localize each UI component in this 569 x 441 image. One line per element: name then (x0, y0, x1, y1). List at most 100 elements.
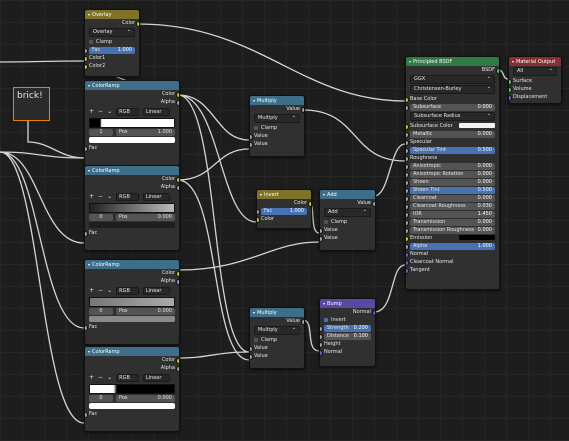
bsdf-transmission-field[interactable]: Transmission 0.000 (410, 219, 495, 226)
bsdf-distribution-dropdown[interactable]: GGX (410, 74, 495, 84)
output-socket-icon[interactable] (176, 100, 179, 106)
colorramp-node-3[interactable]: ▾ ColorRamp Color Alpha + − ⌄ RGB Linear … (84, 259, 180, 345)
chevron-down-icon[interactable]: ⌄ (107, 108, 112, 116)
input-socket-icon[interactable] (85, 146, 88, 152)
math-header[interactable]: ▾ Multiply (250, 96, 304, 105)
invert-node[interactable]: ▾ Invert Color Fac 1.000 Color (256, 189, 312, 229)
bsdf-metallic-field[interactable]: Metallic 0.000 (410, 131, 495, 138)
color-mode-dropdown[interactable]: RGB (116, 374, 139, 382)
bump-distance-field[interactable]: Distance 0.100 (324, 333, 371, 340)
output-socket-icon[interactable] (176, 279, 179, 285)
output-target-dropdown[interactable]: All (513, 66, 557, 76)
remove-stop-button[interactable]: − (98, 287, 103, 295)
stop-index-field[interactable]: 0 (89, 214, 113, 221)
output-socket-icon[interactable] (136, 21, 139, 27)
colorramp-node-1[interactable]: ▾ ColorRamp Color Alpha + − ⌄ RGB Linear … (84, 80, 180, 166)
interpolation-dropdown[interactable]: Linear (142, 374, 171, 382)
input-socket-icon[interactable] (320, 350, 323, 356)
stop-color-swatch[interactable] (89, 137, 175, 143)
interpolation-dropdown[interactable]: Linear (142, 193, 171, 201)
color-ramp-widget[interactable] (89, 118, 175, 128)
remove-stop-button[interactable]: − (98, 193, 103, 201)
math-header[interactable]: ▾ Add (320, 190, 375, 199)
stop-color-swatch[interactable] (89, 403, 175, 409)
collapse-triangle-icon[interactable]: ▾ (88, 12, 90, 17)
color-ramp-widget[interactable] (89, 384, 175, 394)
input-socket-icon[interactable] (406, 268, 409, 274)
stop-index-field[interactable]: 0 (89, 395, 113, 402)
math-operation-dropdown[interactable]: Add (324, 207, 371, 217)
bsdf-header[interactable]: ▾ Principled BSDF (406, 57, 499, 66)
overlay-header[interactable]: ▾ Overlay (85, 10, 139, 19)
bump-node[interactable]: ▾ Bump Normal Invert Strength 0.200 Distan… (319, 298, 376, 367)
input-socket-icon[interactable] (85, 412, 88, 418)
stop-color-swatch[interactable] (89, 316, 175, 322)
chevron-down-icon[interactable]: ⌄ (107, 193, 112, 201)
stop-position-field[interactable]: Pos 1.000 (116, 129, 175, 136)
input-socket-icon[interactable] (85, 325, 88, 331)
principled-bsdf-node[interactable]: ▾Principled BSDF BSDF GGX Christensen-Bu… (405, 56, 500, 290)
bsdf-clearcoat-roughness-field[interactable]: Clearcoat Roughness 0.030 (410, 203, 495, 210)
stop-position-field[interactable]: Pos 0.000 (116, 395, 175, 402)
input-socket-icon[interactable] (85, 64, 88, 70)
math-operation-dropdown[interactable]: Multiply (254, 113, 300, 123)
colorramp-header[interactable]: ▾ ColorRamp (85, 81, 179, 90)
bump-strength-field[interactable]: Strength 0.200 (324, 325, 371, 332)
subsurface-color-swatch[interactable] (459, 123, 495, 128)
multiply-node-1[interactable]: ▾Multiply Value Multiply Clamp Value Val… (249, 95, 305, 157)
colorramp-header[interactable]: ▾ ColorRamp (85, 166, 179, 175)
colorramp-header[interactable]: ▾ ColorRamp (85, 347, 179, 356)
stop-color-swatch[interactable] (89, 222, 175, 228)
material-output-node[interactable]: ▾Material Output All Surface Volume Disp… (508, 56, 562, 104)
math-header[interactable]: ▾ Multiply (250, 308, 304, 317)
add-stop-button[interactable]: + (89, 108, 94, 116)
bump-header[interactable]: ▾ Bump (320, 299, 375, 308)
chevron-down-icon[interactable]: ⌄ (107, 374, 112, 382)
input-socket-icon[interactable] (320, 236, 323, 242)
output-socket-icon[interactable] (176, 366, 179, 372)
input-socket-icon[interactable] (250, 142, 253, 148)
input-socket-icon[interactable] (509, 95, 512, 101)
add-node[interactable]: ▾Add Value Add Clamp Value Value (319, 189, 376, 251)
multiply-node-2[interactable]: ▾Multiply Value Multiply Clamp Value Val… (249, 307, 305, 369)
color-ramp-widget[interactable] (89, 203, 175, 213)
bsdf-clearcoat-field[interactable]: Clearcoat 0.000 (410, 195, 495, 202)
emission-color-swatch[interactable] (459, 235, 495, 240)
overlay-blend-dropdown[interactable]: Overlay (89, 27, 135, 37)
output-socket-icon[interactable] (301, 319, 304, 325)
bsdf-anisotropic-field[interactable]: Anisotropic 0.000 (410, 163, 495, 170)
bsdf-ior-field[interactable]: IOR 1.450 (410, 211, 495, 218)
frame-brick[interactable]: brick! (13, 87, 50, 121)
color-mode-dropdown[interactable]: RGB (116, 193, 139, 201)
bsdf-specular-tint-field[interactable]: Specular Tint 0.500 (410, 147, 495, 154)
output-socket-icon[interactable] (496, 68, 499, 74)
colorramp-node-4[interactable]: ▾ ColorRamp Color Alpha + − ⌄ RGB Linear … (84, 346, 180, 432)
color-mode-dropdown[interactable]: RGB (116, 108, 139, 116)
input-socket-icon[interactable] (257, 217, 260, 223)
math-clamp-checkbox[interactable]: Clamp (250, 124, 304, 132)
overlay-clamp-checkbox[interactable]: Clamp (85, 38, 139, 46)
output-socket-icon[interactable] (176, 185, 179, 191)
bsdf-aniso-rotation-field[interactable]: Anisotropic Rotation 0.000 (410, 171, 495, 178)
overlay-node[interactable]: ▾Overlay Color Overlay Clamp Fac1.000 Co… (84, 9, 140, 77)
bsdf-sheen-tint-field[interactable]: Sheen Tint 0.500 (410, 187, 495, 194)
colorramp-header[interactable]: ▾ ColorRamp (85, 260, 179, 269)
math-clamp-checkbox[interactable]: Clamp (250, 336, 304, 344)
input-socket-icon[interactable] (406, 105, 409, 111)
remove-stop-button[interactable]: − (98, 108, 103, 116)
bsdf-subsurface-radius-dropdown[interactable]: Subsurface Radius (410, 111, 495, 121)
bump-invert-checkbox[interactable]: Invert (320, 316, 375, 324)
colorramp-node-2[interactable]: ▾ ColorRamp Color Alpha + − ⌄ RGB Linear … (84, 165, 180, 251)
bsdf-subsurface-field[interactable]: Subsurface 0.000 (410, 104, 495, 111)
interpolation-dropdown[interactable]: Linear (142, 108, 171, 116)
remove-stop-button[interactable]: − (98, 374, 103, 382)
invert-header[interactable]: ▾ Invert (257, 190, 311, 199)
overlay-fac-field[interactable]: Fac 1.000 (89, 47, 135, 54)
bsdf-sheen-field[interactable]: Sheen 0.000 (410, 179, 495, 186)
add-stop-button[interactable]: + (89, 193, 94, 201)
bsdf-transmission-roughness-field[interactable]: Transmission Roughness 0.000 (410, 227, 495, 234)
math-operation-dropdown[interactable]: Multiply (254, 325, 300, 335)
stop-index-field[interactable]: 1 (89, 129, 113, 136)
add-stop-button[interactable]: + (89, 374, 94, 382)
output-socket-icon[interactable] (301, 107, 304, 113)
